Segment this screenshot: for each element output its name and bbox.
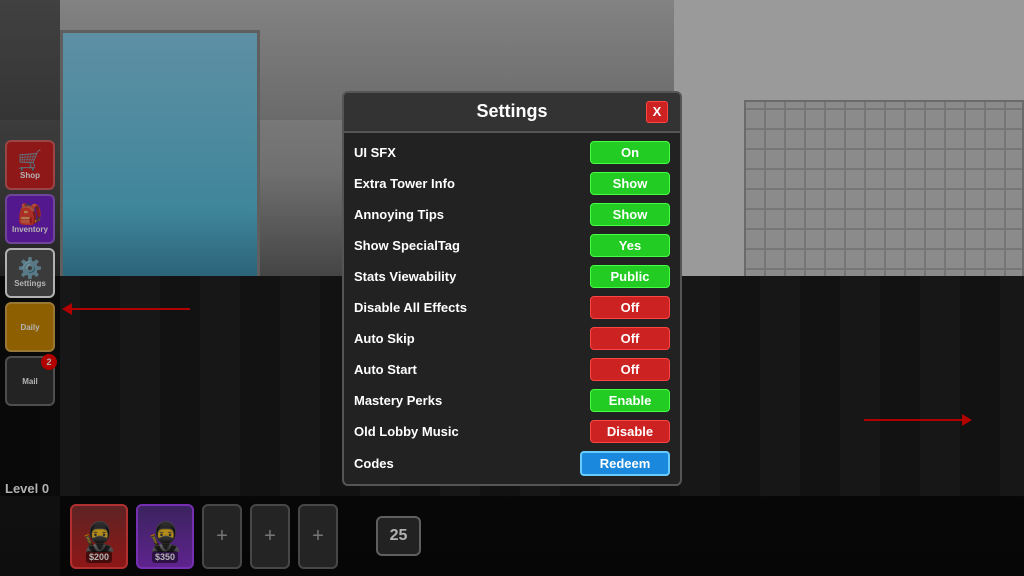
settings-row: Annoying Tips Show bbox=[354, 201, 670, 228]
setting-value-button[interactable]: Off bbox=[590, 327, 670, 350]
setting-value-button[interactable]: Redeem bbox=[580, 451, 670, 476]
settings-row: Codes Redeem bbox=[354, 449, 670, 478]
setting-label: Extra Tower Info bbox=[354, 176, 455, 191]
setting-label: Auto Start bbox=[354, 362, 417, 377]
setting-label: Annoying Tips bbox=[354, 207, 444, 222]
setting-label: Mastery Perks bbox=[354, 393, 442, 408]
setting-label: Auto Skip bbox=[354, 331, 415, 346]
settings-row: Show SpecialTag Yes bbox=[354, 232, 670, 259]
setting-value-button[interactable]: Yes bbox=[590, 234, 670, 257]
setting-label: UI SFX bbox=[354, 145, 396, 160]
close-button[interactable]: X bbox=[646, 101, 668, 123]
setting-value-button[interactable]: Disable bbox=[590, 420, 670, 443]
setting-value-button[interactable]: On bbox=[590, 141, 670, 164]
settings-row: Auto Skip Off bbox=[354, 325, 670, 352]
settings-row: UI SFX On bbox=[354, 139, 670, 166]
setting-value-button[interactable]: Show bbox=[590, 172, 670, 195]
setting-value-button[interactable]: Off bbox=[590, 358, 670, 381]
setting-label: Disable All Effects bbox=[354, 300, 467, 315]
setting-value-button[interactable]: Enable bbox=[590, 389, 670, 412]
setting-value-button[interactable]: Off bbox=[590, 296, 670, 319]
setting-value-button[interactable]: Public bbox=[590, 265, 670, 288]
settings-row: Extra Tower Info Show bbox=[354, 170, 670, 197]
settings-modal: Settings X UI SFXOnExtra Tower InfoShowA… bbox=[342, 91, 682, 486]
setting-label: Old Lobby Music bbox=[354, 424, 459, 439]
setting-label: Stats Viewability bbox=[354, 269, 456, 284]
modal-header: Settings X bbox=[344, 93, 680, 133]
setting-label: Codes bbox=[354, 456, 394, 471]
modal-title: Settings bbox=[378, 101, 646, 122]
setting-value-button[interactable]: Show bbox=[590, 203, 670, 226]
settings-row: Stats Viewability Public bbox=[354, 263, 670, 290]
settings-row: Disable All Effects Off bbox=[354, 294, 670, 321]
settings-list: UI SFXOnExtra Tower InfoShowAnnoying Tip… bbox=[344, 133, 680, 484]
modal-overlay: Settings X UI SFXOnExtra Tower InfoShowA… bbox=[0, 0, 1024, 576]
settings-row: Mastery Perks Enable bbox=[354, 387, 670, 414]
setting-label: Show SpecialTag bbox=[354, 238, 460, 253]
settings-row: Old Lobby Music Disable bbox=[354, 418, 670, 445]
settings-row: Auto Start Off bbox=[354, 356, 670, 383]
